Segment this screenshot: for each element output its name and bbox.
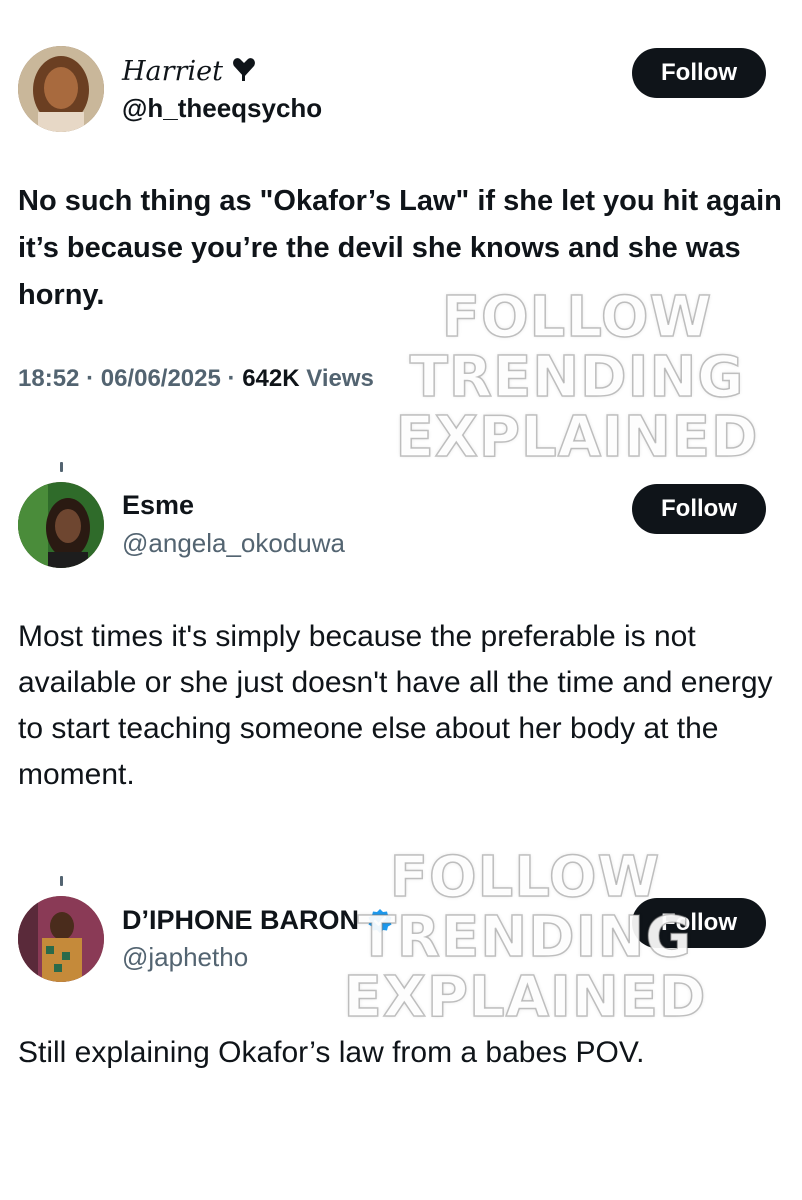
avatar-image — [18, 46, 104, 132]
thread-divider — [60, 462, 63, 472]
username-handle[interactable]: @japhetho — [122, 942, 248, 973]
tweet-text: Most times it's simply because the prefe… — [18, 620, 773, 791]
follow-button[interactable]: Follow — [632, 484, 766, 534]
heart-drip-icon — [231, 55, 257, 87]
display-name[interactable]: Esme — [122, 490, 194, 521]
avatar[interactable] — [18, 46, 104, 132]
avatar-image — [18, 482, 104, 568]
watermark-line: EXPLAINED — [343, 965, 707, 1030]
views-label: Views — [306, 365, 374, 392]
date[interactable]: 06/06/2025 — [101, 365, 221, 392]
follow-button[interactable]: Follow — [632, 898, 766, 948]
thread-divider — [60, 876, 63, 886]
tweet-text: Still explaining Okafor’s law from a bab… — [18, 1036, 645, 1069]
display-name[interactable]: D’IPHONE BARON — [122, 905, 393, 936]
watermark-line: EXPLAINED — [395, 405, 759, 470]
timestamp[interactable]: 18:52 — [18, 365, 79, 392]
separator-dot: · — [227, 365, 243, 392]
separator-dot: · — [86, 365, 101, 392]
verified-badge-icon — [367, 908, 393, 934]
tweet-meta: 18:52 · 06/06/2025 · 642K Views — [18, 365, 374, 393]
display-name[interactable]: Harriet — [122, 55, 257, 87]
watermark-line: TRENDING — [409, 345, 745, 410]
views-count: 642K — [242, 365, 300, 392]
avatar[interactable] — [18, 896, 104, 982]
username-handle[interactable]: @h_theeqsycho — [122, 93, 322, 124]
tweet-text: No such thing as "Okafor’s Law" if she l… — [18, 185, 782, 311]
avatar[interactable] — [18, 482, 104, 568]
username-handle[interactable]: @angela_okoduwa — [122, 528, 345, 559]
avatar-image — [18, 896, 104, 982]
follow-button[interactable]: Follow — [632, 48, 766, 98]
